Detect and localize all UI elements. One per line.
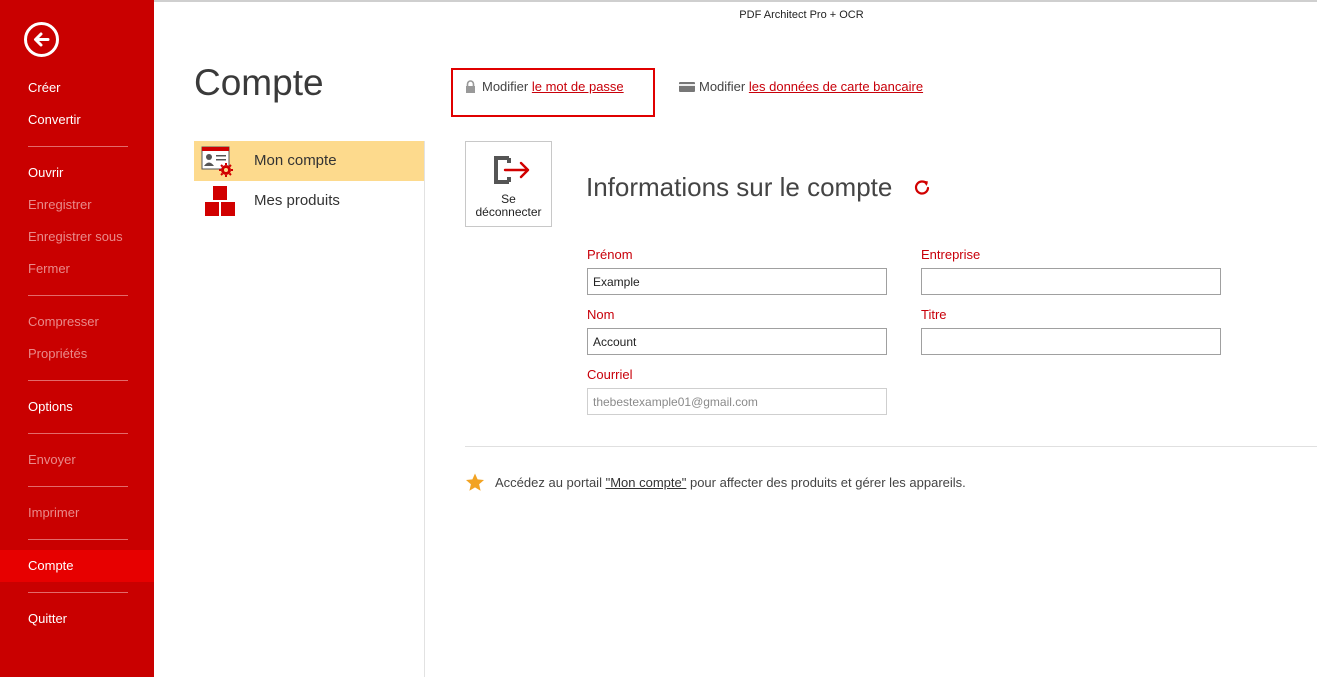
first-name-label: Prénom bbox=[587, 247, 633, 262]
window-title: PDF Architect Pro + OCR bbox=[739, 9, 864, 21]
star-icon bbox=[466, 473, 484, 491]
products-icon bbox=[205, 186, 235, 216]
first-name-field[interactable] bbox=[587, 268, 887, 295]
sidebar-item-compress: Compresser bbox=[28, 314, 99, 329]
my-account-portal-link[interactable]: "Mon compte" bbox=[606, 475, 687, 490]
account-settings-icon bbox=[201, 146, 233, 177]
arrow-left-icon bbox=[34, 32, 50, 47]
change-password-link[interactable]: le mot de passe bbox=[532, 79, 624, 94]
backstage-sidebar: Créer Convertir Ouvrir Enregistrer Enreg… bbox=[0, 0, 154, 677]
sidebar-item-properties: Propriétés bbox=[28, 346, 88, 361]
logout-icon bbox=[494, 156, 530, 184]
sidebar-item-close: Fermer bbox=[28, 261, 70, 276]
sidebar-separator bbox=[28, 592, 128, 593]
change-password-prefix: Modifier bbox=[482, 79, 529, 95]
company-field[interactable] bbox=[921, 268, 1221, 295]
refresh-icon[interactable] bbox=[912, 178, 932, 198]
last-name-field[interactable] bbox=[587, 328, 887, 355]
credit-card-icon bbox=[679, 81, 695, 92]
page-title: Compte bbox=[194, 62, 324, 103]
last-name-label: Nom bbox=[587, 307, 615, 322]
sidebar-item-open[interactable]: Ouvrir bbox=[0, 157, 154, 189]
section-divider bbox=[465, 446, 1317, 447]
sidebar-separator bbox=[28, 486, 128, 487]
nav-item-label: Mon compte bbox=[254, 152, 337, 169]
sidebar-item-send: Envoyer bbox=[28, 452, 76, 467]
sidebar-item-quit[interactable]: Quitter bbox=[0, 603, 154, 635]
sidebar-separator bbox=[28, 380, 128, 381]
sidebar-item-print: Imprimer bbox=[28, 505, 80, 520]
job-title-field[interactable] bbox=[921, 328, 1221, 355]
sidebar-item-account[interactable]: Compte bbox=[0, 550, 154, 582]
lock-icon bbox=[466, 79, 475, 93]
nav-item-label: Mes produits bbox=[254, 192, 340, 209]
title-bar-border bbox=[154, 0, 1317, 2]
change-card-link-group: Modifier les données de carte bancaire bbox=[679, 78, 923, 100]
email-field bbox=[587, 388, 887, 415]
email-label: Courriel bbox=[587, 367, 633, 382]
nav-item-my-products[interactable]: Mes produits bbox=[194, 181, 424, 221]
sidebar-separator bbox=[28, 539, 128, 540]
sidebar-separator bbox=[28, 433, 128, 434]
account-info-title: Informations sur le compte bbox=[586, 172, 893, 202]
logout-label: Se déconnecter bbox=[475, 192, 542, 219]
sidebar-item-options[interactable]: Options bbox=[0, 391, 154, 423]
nav-divider bbox=[424, 141, 425, 677]
sidebar-item-save: Enregistrer bbox=[28, 197, 92, 212]
job-title-label: Titre bbox=[921, 307, 947, 322]
portal-note: Accédez au portail "Mon compte" pour aff… bbox=[495, 475, 966, 490]
change-password-link-group: Modifier le mot de passe bbox=[464, 78, 624, 100]
logout-button[interactable]: Se déconnecter bbox=[465, 141, 552, 227]
sidebar-item-create[interactable]: Créer bbox=[0, 72, 154, 104]
portal-note-prefix: Accédez au portail bbox=[495, 475, 602, 490]
portal-note-suffix: pour affecter des produits et gérer les … bbox=[689, 475, 966, 490]
sidebar-separator bbox=[28, 146, 128, 147]
change-card-prefix: Modifier bbox=[699, 79, 746, 95]
nav-item-my-account[interactable]: Mon compte bbox=[194, 141, 424, 181]
sidebar-separator bbox=[28, 295, 128, 296]
sidebar-item-convert[interactable]: Convertir bbox=[0, 104, 154, 136]
company-label: Entreprise bbox=[921, 247, 981, 262]
app-window: Créer Convertir Ouvrir Enregistrer Enreg… bbox=[0, 0, 1317, 677]
sidebar-item-save-as: Enregistrer sous bbox=[28, 229, 123, 244]
change-card-link[interactable]: les données de carte bancaire bbox=[749, 79, 923, 94]
back-button[interactable] bbox=[24, 22, 59, 57]
